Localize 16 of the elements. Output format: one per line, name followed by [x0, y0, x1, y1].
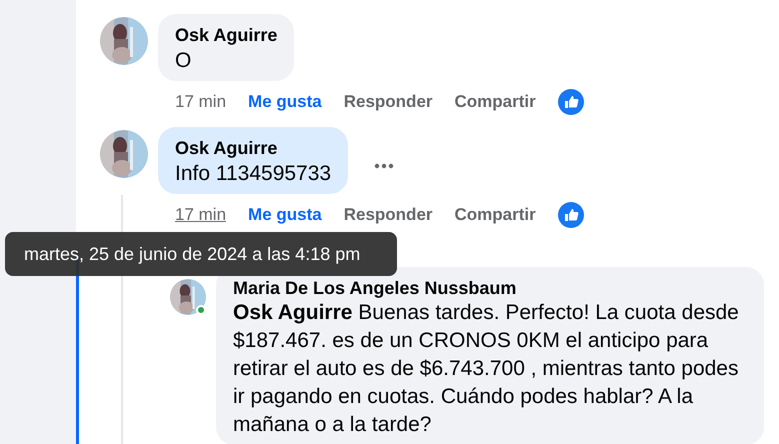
comment-text: Info 1134595733	[175, 161, 332, 187]
author-name[interactable]: Maria De Los Angeles Nussbaum	[233, 277, 747, 299]
action-link[interactable]: Responder	[344, 92, 433, 112]
action-link[interactable]: Me gusta	[248, 205, 322, 225]
date-tooltip: martes, 25 de junio de 2024 a las 4:18 pm	[5, 232, 397, 276]
timestamp-link[interactable]: 17 min	[175, 205, 226, 225]
action-link[interactable]: Responder	[344, 205, 433, 225]
author-name[interactable]: Osk Aguirre	[175, 24, 278, 46]
comment-text: Osk Aguirre Buenas tardes. Perfecto! La cuota desde $187.467. es de un CRONOS 0KM el anticipo para retirar el auto es de $6.743.700 , mientras tanto podes ir pagando en cuotas. Cuándo podes hablar? A la mañana o a la tarde?	[233, 300, 740, 438]
author-name[interactable]: Osk Aguirre	[175, 137, 332, 159]
action-link[interactable]: Compartir	[454, 92, 536, 112]
action-link[interactable]: Compartir	[454, 205, 536, 225]
comment-text: O	[175, 48, 192, 74]
action-link[interactable]: Me gusta	[248, 92, 322, 112]
more-options-icon[interactable]	[374, 163, 394, 169]
timestamp-link[interactable]: 17 min	[175, 92, 226, 112]
